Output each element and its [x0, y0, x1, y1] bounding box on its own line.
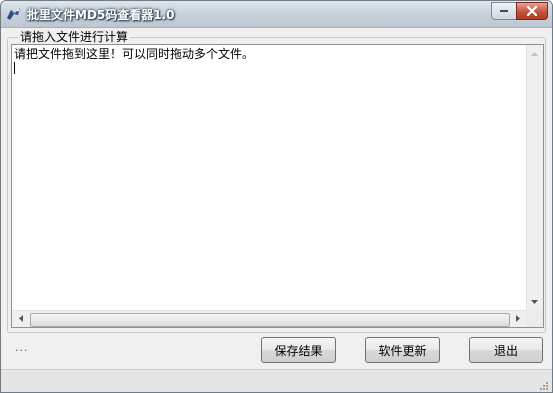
title-bar[interactable]: 批里文件MD5码查看器1.0	[1, 1, 552, 28]
resize-grip-icon[interactable]	[538, 380, 548, 390]
minimize-button[interactable]	[491, 2, 517, 20]
window-title: 批里文件MD5码查看器1.0	[27, 8, 175, 22]
file-drop-textarea[interactable]: 请把文件拖到这里！可以同时拖动多个文件。	[11, 44, 544, 328]
vertical-scrollbar[interactable]	[526, 45, 543, 310]
exit-button[interactable]: 退出	[469, 337, 543, 363]
close-icon	[526, 6, 538, 16]
close-button[interactable]	[516, 2, 548, 20]
horizontal-scrollbar[interactable]	[12, 310, 526, 327]
status-indicator: ...	[15, 341, 29, 354]
software-update-button[interactable]: 软件更新	[365, 337, 440, 363]
app-window: 批里文件MD5码查看器1.0 请拖入文件进行计算 请把文件拖到这里！可以同时拖动…	[0, 0, 553, 393]
horizontal-scroll-thumb[interactable]	[30, 313, 510, 327]
scroll-right-button[interactable]	[509, 310, 526, 327]
app-logo-icon	[7, 8, 20, 20]
scroll-down-button[interactable]	[526, 293, 543, 310]
scroll-left-button[interactable]	[12, 310, 29, 327]
status-bar	[1, 369, 552, 392]
group-label: 请拖入文件进行计算	[18, 28, 131, 45]
textarea-content: 请把文件拖到这里！可以同时拖动多个文件。	[14, 47, 255, 61]
minimize-icon	[500, 10, 508, 12]
scroll-down-icon	[531, 299, 538, 304]
scroll-up-button[interactable]	[526, 45, 543, 62]
save-results-button[interactable]: 保存结果	[261, 337, 336, 363]
scroll-up-icon	[531, 51, 538, 56]
scroll-right-icon	[515, 315, 520, 322]
scrollbar-corner	[526, 310, 543, 327]
text-caret	[14, 62, 15, 74]
scroll-left-icon	[18, 315, 23, 322]
